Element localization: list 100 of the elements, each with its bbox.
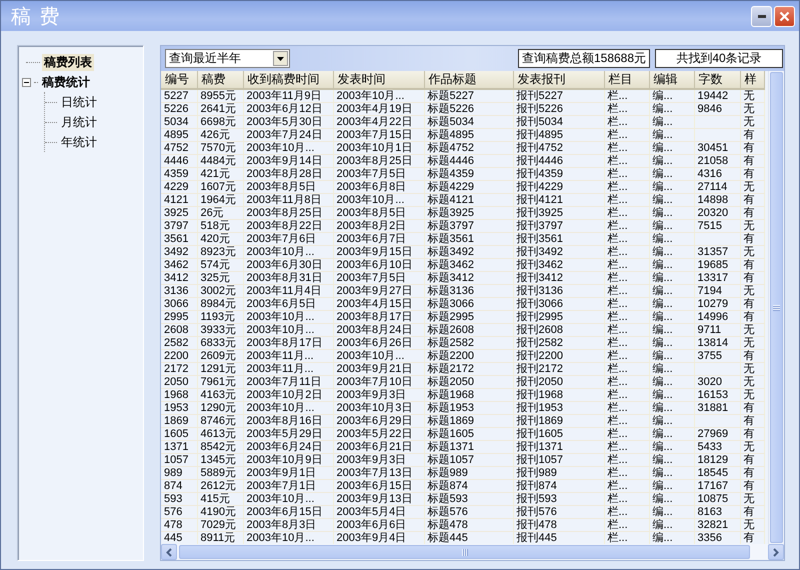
table-cell: 栏... [604, 310, 649, 324]
table-cell: 6698元 [197, 116, 243, 128]
table-cell: 报刊4446 [513, 154, 604, 168]
table-cell: 报刊989 [513, 466, 604, 480]
column-header[interactable]: 编辑 [649, 71, 694, 89]
table-cell: 编... [649, 324, 694, 336]
table-cell: 2003年11月4日 [243, 284, 333, 298]
column-header[interactable]: 样 [740, 71, 764, 89]
column-header[interactable]: 发表报刊 [513, 71, 604, 89]
table-cell: 有 [740, 506, 764, 518]
column-header[interactable]: 发表时间 [333, 71, 424, 89]
column-header[interactable]: 字数 [694, 71, 740, 89]
tree-item[interactable]: 年统计 [59, 134, 99, 150]
table-cell: 2003年8月22日 [243, 220, 333, 232]
dropdown-arrow-icon [277, 56, 284, 60]
table-cell: 无 [740, 116, 764, 128]
table-cell: 2003年8月25日 [333, 154, 424, 168]
expand-toggle[interactable] [22, 78, 31, 86]
tree-item[interactable]: 稿费统计 [40, 74, 92, 90]
table-cell: 2003年6月10日 [333, 258, 424, 272]
table-cell: 栏... [604, 336, 649, 350]
column-header[interactable]: 栏目 [604, 71, 649, 89]
table-cell: 2003年10月... [243, 246, 333, 258]
table-cell: 2003年6月30日 [243, 258, 333, 272]
table-cell: 编... [649, 89, 694, 102]
table-cell: 2612元 [197, 480, 243, 492]
table-cell: 编... [649, 206, 694, 220]
table-cell: 2003年8月31日 [243, 272, 333, 284]
column-header[interactable]: 作品标题 [424, 71, 513, 89]
scrollbar-thumb[interactable] [179, 545, 750, 559]
table-cell: 2003年8月3日 [243, 518, 333, 532]
table-cell: 8163 [694, 506, 740, 518]
close-button[interactable] [774, 6, 795, 26]
table-cell: 30451 [694, 142, 740, 154]
total-fee-label: 查询稿费总额158688元 [518, 49, 650, 68]
query-dropdown[interactable]: 查询最近半年 [165, 49, 290, 68]
table-cell: 栏... [604, 232, 649, 246]
table-cell: 栏... [604, 128, 649, 142]
table-cell: 2003年7月5日 [333, 272, 424, 284]
scroll-right-button[interactable] [768, 544, 784, 560]
table-cell: 2609元 [197, 350, 243, 362]
tree-item[interactable]: 稿费列表 [42, 54, 94, 70]
table-cell: 2003年10月1日 [333, 142, 424, 154]
table-cell: 编... [649, 480, 694, 492]
table-cell: 无 [740, 376, 764, 388]
table-cell: 421元 [197, 168, 243, 180]
table-cell: 27969 [694, 428, 740, 440]
table-cell: 编... [649, 142, 694, 154]
table-cell: 17167 [694, 480, 740, 492]
column-header[interactable]: 稿费 [197, 71, 243, 89]
table-cell: 2003年6月12日 [243, 102, 333, 116]
table-cell: 编... [649, 128, 694, 142]
table-cell: 2003年9月27日 [333, 284, 424, 298]
table-cell: 2608 [161, 324, 197, 336]
table-cell: 报刊1605 [513, 428, 604, 440]
record-count-label: 共找到40条记录 [655, 49, 783, 68]
table-cell: 1869 [161, 414, 197, 428]
table-cell: 8984元 [197, 298, 243, 310]
scroll-left-button[interactable] [161, 544, 177, 560]
table-cell: 7029元 [197, 518, 243, 532]
table-cell: 编... [649, 298, 694, 310]
table-cell: 2003年9月13日 [333, 492, 424, 506]
table-cell: 5034 [161, 116, 197, 128]
minimize-button[interactable] [751, 6, 772, 26]
table-cell: 编... [649, 246, 694, 258]
table-cell: 栏... [604, 506, 649, 518]
table-cell: 3020 [694, 376, 740, 388]
table-cell: 标题1371 [424, 440, 513, 454]
table-cell: 2003年6月8日 [333, 180, 424, 194]
table-cell: 2003年10月2日 [243, 388, 333, 402]
table-cell: 编... [649, 284, 694, 298]
table-cell: 无 [740, 89, 764, 102]
table-cell: 4613元 [197, 428, 243, 440]
table-cell: 标题5227 [424, 89, 513, 102]
tree-item[interactable]: 月统计 [59, 114, 99, 130]
table-cell: 2050 [161, 376, 197, 388]
table-cell: 编... [649, 440, 694, 454]
table-cell: 标题3925 [424, 206, 513, 220]
table-cell: 874 [161, 480, 197, 492]
table-cell: 栏... [604, 194, 649, 206]
table-cell: 4121 [161, 194, 197, 206]
tree-item[interactable]: 日统计 [59, 94, 99, 110]
table-cell: 2003年9月3日 [333, 454, 424, 466]
table-cell: 编... [649, 506, 694, 518]
table-cell: 标题478 [424, 518, 513, 532]
table-cell: 栏... [604, 466, 649, 480]
table-cell: 2003年4月19日 [333, 102, 424, 116]
table-cell: 1607元 [197, 180, 243, 194]
table-cell: 无 [740, 246, 764, 258]
table-cell: 栏... [604, 324, 649, 336]
table-cell: 报刊5227 [513, 89, 604, 102]
table-cell: 栏... [604, 102, 649, 116]
horizontal-scrollbar[interactable] [161, 544, 784, 560]
table-cell: 报刊4229 [513, 180, 604, 194]
column-header[interactable]: 收到稿费时间 [243, 71, 333, 89]
table-cell: 报刊593 [513, 492, 604, 506]
table-cell: 栏... [604, 168, 649, 180]
table-cell: 1193元 [197, 310, 243, 324]
column-header[interactable]: 编号 [161, 71, 197, 89]
table-cell: 标题3136 [424, 284, 513, 298]
